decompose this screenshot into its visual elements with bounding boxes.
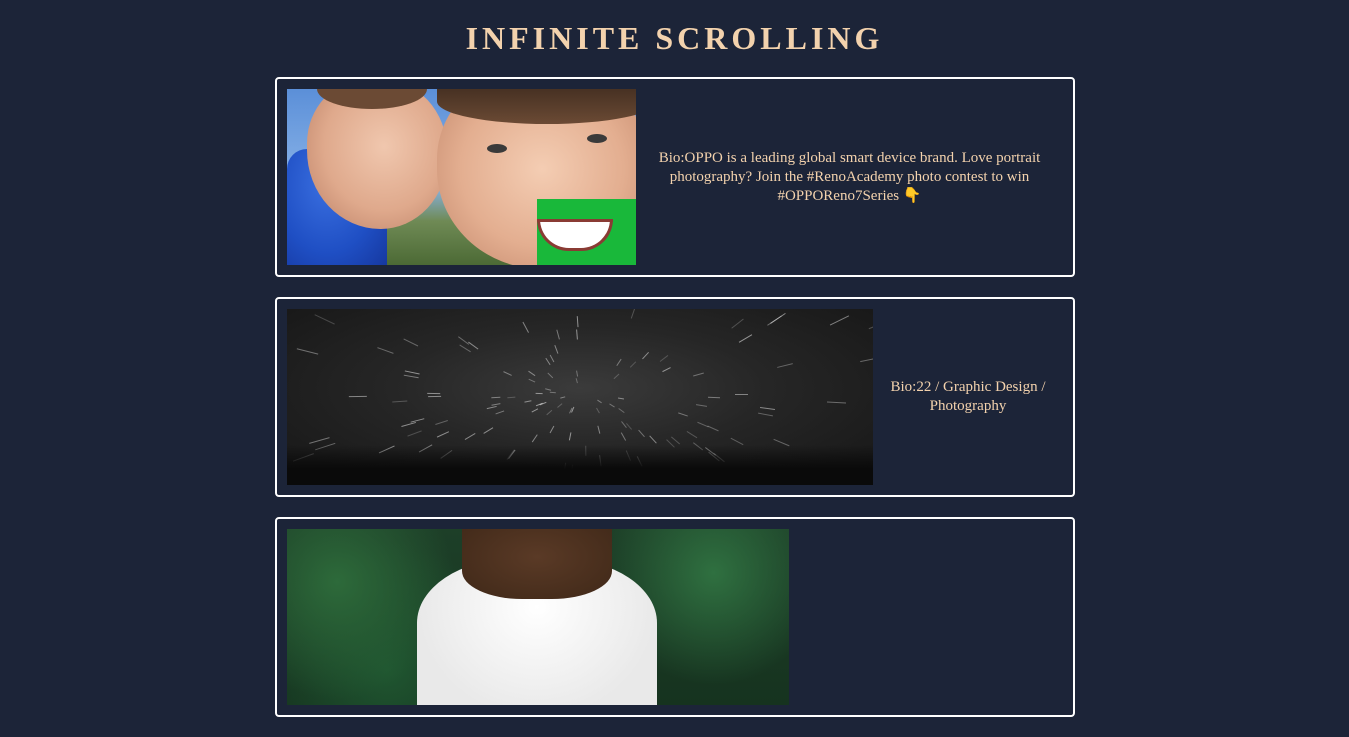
post-image — [287, 89, 636, 265]
post-card: Bio:22 / Graphic Design / Photography — [275, 297, 1075, 497]
post-bio: Bio:22 / Graphic Design / Photography — [890, 379, 1046, 414]
page-title: INFINITE SCROLLING — [465, 20, 884, 56]
post-card: Bio:OPPO is a leading global smart devic… — [275, 77, 1075, 277]
post-image — [287, 529, 789, 705]
post-image — [287, 309, 873, 485]
post-feed: Bio:OPPO is a leading global smart devic… — [275, 77, 1075, 737]
post-bio: Bio:OPPO is a leading global smart devic… — [658, 149, 1041, 204]
post-card — [275, 517, 1075, 717]
